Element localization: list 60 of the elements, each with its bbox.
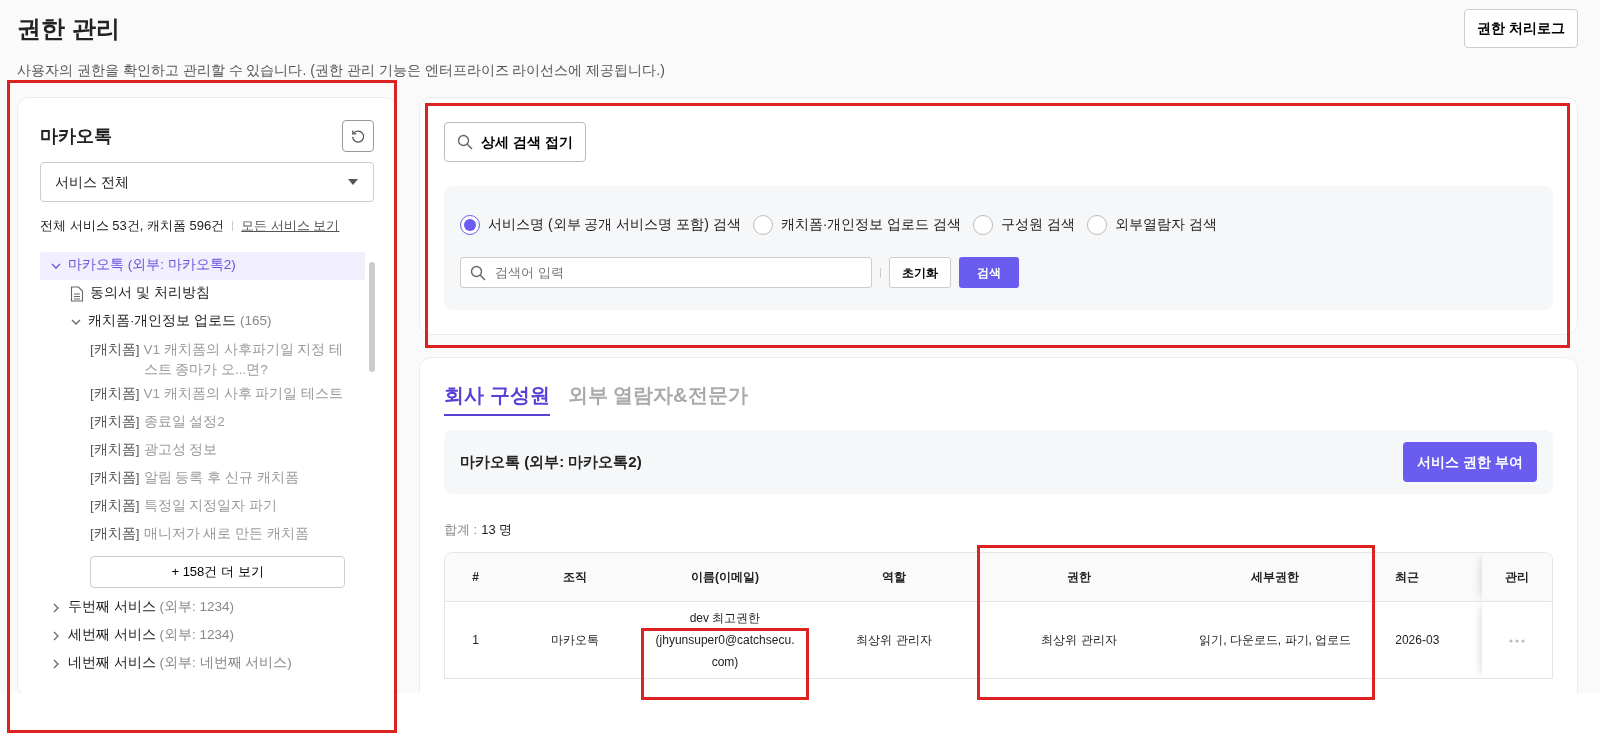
total-label: 합계 :: [444, 521, 478, 539]
tree-item[interactable]: [캐치폼] V1 캐치폼의 사후파기일 지정 테스트 종마가 오...면?: [40, 335, 365, 380]
radio-label: 캐치폼·개인정보 업로드 검색: [780, 215, 962, 234]
table-cell: 2026-03: [1373, 601, 1483, 678]
column-header: 최근: [1373, 552, 1483, 602]
tree-item[interactable]: [캐치폼] 알림 등록 후 신규 캐치폼: [40, 463, 365, 492]
column-header: 이름(이메일): [643, 552, 807, 602]
table-cell: 최상위 관리자: [981, 601, 1178, 678]
document-icon: [70, 285, 84, 302]
tree-item[interactable]: [캐치폼] V1 캐치폼의 사후 파기일 테스트: [40, 379, 365, 408]
refresh-button[interactable]: [342, 120, 374, 152]
grant-permission-button[interactable]: 서비스 권한 부여: [1403, 442, 1537, 482]
radio-button[interactable]: [752, 214, 773, 235]
all-services-link[interactable]: 모든 서비스 보기: [241, 216, 340, 236]
table-cell: 마카오톡: [506, 601, 644, 678]
radio-label: 외부열람자 검색: [1115, 215, 1217, 234]
collapse-search-button[interactable]: 상세 검색 접기: [444, 122, 586, 162]
table-cell: 최상위 관리자: [806, 601, 982, 678]
page-title: 권한 관리: [17, 14, 121, 44]
column-header: 역할: [806, 552, 982, 602]
show-more-button[interactable]: + 158건 더 보기: [90, 555, 345, 588]
refresh-icon: [350, 128, 366, 144]
tree-item[interactable]: [캐치폼] 특정일 지정일자 파기: [40, 491, 365, 520]
tree-item[interactable]: 마카오톡 (외부: 마카오톡2): [40, 251, 365, 280]
log-button[interactable]: 권한 처리로그: [1464, 9, 1578, 48]
tab[interactable]: 회사 구성원: [444, 380, 550, 416]
column-header: 관리: [1482, 552, 1552, 602]
column-header: 세부권한: [1177, 552, 1374, 602]
table-cell: 1: [445, 601, 506, 678]
radio-button[interactable]: [460, 214, 480, 235]
tree-item[interactable]: [캐치폼] 매니저가 새로 만든 캐치폼: [40, 519, 365, 548]
tree-item[interactable]: 네번째 서비스 (외부: 네번째 서비스): [40, 649, 365, 678]
tree-item[interactable]: [캐치폼] 광고성 정보: [40, 435, 365, 464]
radio-label: 서비스명 (외부 공개 서비스명 포함) 검색: [488, 215, 741, 234]
table-cell: 읽기, 다운로드, 파기, 업로드: [1177, 601, 1374, 678]
search-field[interactable]: 검색어 입력: [460, 257, 872, 288]
search-icon: [457, 134, 473, 150]
scrollbar[interactable]: [369, 261, 375, 372]
column-header: 조직: [506, 552, 644, 602]
caret-icon: [347, 178, 359, 186]
tree-item[interactable]: [캐치폼] 종료일 설정2: [40, 407, 365, 436]
tree-item[interactable]: 캐치폼·개인정보 업로드 (165): [40, 307, 365, 336]
sidebar-title: 마카오톡: [40, 124, 112, 148]
tree-item[interactable]: 세번째 서비스 (외부: 1234): [40, 621, 365, 650]
reset-button[interactable]: 초기화: [889, 257, 951, 288]
summary-text: 전체 서비스 53건, 캐치폼 596건: [40, 217, 225, 235]
table-cell: dev 최고권한 (jhyunsuper0@catchsecu.com): [643, 601, 807, 678]
tree-item[interactable]: 두번째 서비스 (외부: 1234): [40, 593, 365, 622]
total-count: 13 명: [481, 521, 513, 539]
search-icon: [470, 265, 486, 281]
tree-item[interactable]: 동의서 및 처리방침: [40, 279, 365, 308]
column-header: 권한: [981, 552, 1178, 602]
service-select[interactable]: 서비스 전체: [40, 162, 374, 202]
page-description: 사용자의 권한을 확인하고 관리할 수 있습니다. (권한 관리 기능은 엔터프라이즈 라이선스에 제공됩니다.): [17, 61, 665, 80]
radio-button[interactable]: [973, 214, 994, 235]
service-name: 마카오톡 (외부: 마카오톡2): [460, 451, 642, 472]
column-header: #: [445, 552, 506, 602]
search-button[interactable]: 검색: [959, 257, 1019, 288]
radio-label: 구성원 검색: [1001, 215, 1076, 234]
radio-button[interactable]: [1087, 214, 1108, 235]
